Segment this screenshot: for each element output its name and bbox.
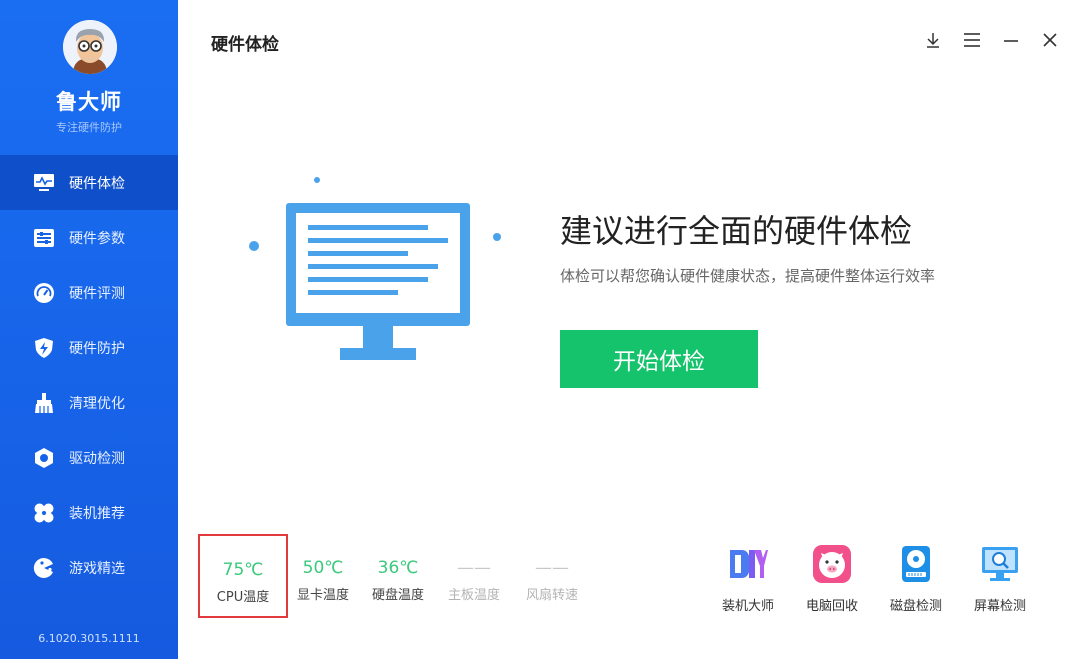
monitor-illustration-icon: [249, 177, 501, 360]
minimize-icon[interactable]: [1001, 30, 1021, 50]
tool-screen-check[interactable]: 屏幕检测: [960, 544, 1040, 614]
sidebar-item-label: 装机推荐: [69, 505, 125, 522]
broom-icon: [33, 392, 55, 414]
sidebar: 鲁大师 专注硬件防护 硬件体检 硬件参数 硬件评测 硬件防护 清理优化 驱动检测…: [0, 0, 178, 659]
motherboard-temp-stat[interactable]: —— 主板温度: [429, 534, 519, 618]
window-controls: [923, 30, 1060, 50]
sidebar-item-label: 清理优化: [69, 395, 125, 412]
hexagon-nut-icon: [33, 447, 55, 469]
sidebar-item-label: 硬件体检: [69, 175, 125, 192]
screen-search-icon: [982, 547, 1018, 581]
tool-pc-recycle[interactable]: 电脑回收: [792, 544, 872, 614]
stat-label: CPU温度: [216, 590, 270, 605]
pacman-icon: [33, 557, 55, 579]
tool-label: 屏幕检测: [973, 599, 1026, 614]
menu-icon[interactable]: [962, 30, 982, 50]
hero-title: 建议进行全面的硬件体检: [560, 212, 913, 250]
sidebar-item-hardware-protection[interactable]: 硬件防护: [0, 320, 178, 375]
version-label: 6.1020.3015.1111: [38, 632, 140, 645]
stat-value: ——: [535, 558, 569, 578]
main-panel: 硬件体检 建议进行全面的硬件体检 体检可以帮您确认硬件健康状态，提高硬件整体运行…: [178, 0, 1080, 659]
four-petal-icon: [33, 502, 55, 524]
start-checkup-button[interactable]: 开始体检: [560, 330, 758, 388]
brand-name: 鲁大师: [56, 90, 122, 114]
monitor-pulse-icon: [33, 172, 55, 194]
sidebar-item-hardware-benchmark[interactable]: 硬件评测: [0, 265, 178, 320]
sidebar-item-hardware-params[interactable]: 硬件参数: [0, 210, 178, 265]
sidebar-item-label: 游戏精选: [69, 560, 125, 577]
sidebar-item-label: 硬件参数: [69, 230, 125, 247]
fan-speed-stat[interactable]: —— 风扇转速: [507, 534, 597, 618]
tool-label: 电脑回收: [805, 599, 858, 614]
avatar: [63, 20, 117, 74]
tool-build-master[interactable]: 装机大师: [708, 544, 788, 614]
sidebar-item-cleanup[interactable]: 清理优化: [0, 375, 178, 430]
tool-label: 装机大师: [721, 599, 774, 614]
sidebar-nav: 硬件体检 硬件参数 硬件评测 硬件防护 清理优化 驱动检测 装机推荐 游戏精选: [0, 155, 178, 595]
sidebar-item-hardware-checkup[interactable]: 硬件体检: [0, 155, 178, 210]
sidebar-item-label: 硬件评测: [69, 285, 125, 302]
sidebar-item-driver-check[interactable]: 驱动检测: [0, 430, 178, 485]
shield-bolt-icon: [33, 337, 55, 359]
close-icon[interactable]: [1040, 30, 1060, 50]
tool-disk-check[interactable]: 磁盘检测: [876, 544, 956, 614]
stat-value: ——: [457, 558, 491, 578]
download-icon[interactable]: [923, 30, 943, 50]
sidebar-item-label: 驱动检测: [69, 450, 125, 467]
speedometer-icon: [33, 282, 55, 304]
cpu-temp-stat[interactable]: 75℃ CPU温度: [198, 534, 288, 618]
brand-slogan: 专注硬件防护: [56, 121, 122, 134]
stat-label: 风扇转速: [525, 588, 578, 603]
pig-icon: [813, 545, 851, 583]
sliders-icon: [33, 227, 55, 249]
disk-icon: [902, 546, 930, 582]
hero-subtitle: 体检可以帮您确认硬件健康状态，提高硬件整体运行效率: [560, 267, 936, 285]
master-lu-avatar-icon: [63, 20, 117, 74]
sidebar-item-game-picks[interactable]: 游戏精选: [0, 540, 178, 595]
tool-label: 磁盘检测: [889, 599, 942, 614]
page-title: 硬件体检: [211, 35, 279, 55]
diy-icon: [730, 550, 768, 578]
stat-value: 75℃: [222, 560, 264, 580]
sidebar-item-label: 硬件防护: [69, 340, 125, 357]
stat-label: 主板温度: [447, 588, 500, 603]
sidebar-item-build-recommend[interactable]: 装机推荐: [0, 485, 178, 540]
